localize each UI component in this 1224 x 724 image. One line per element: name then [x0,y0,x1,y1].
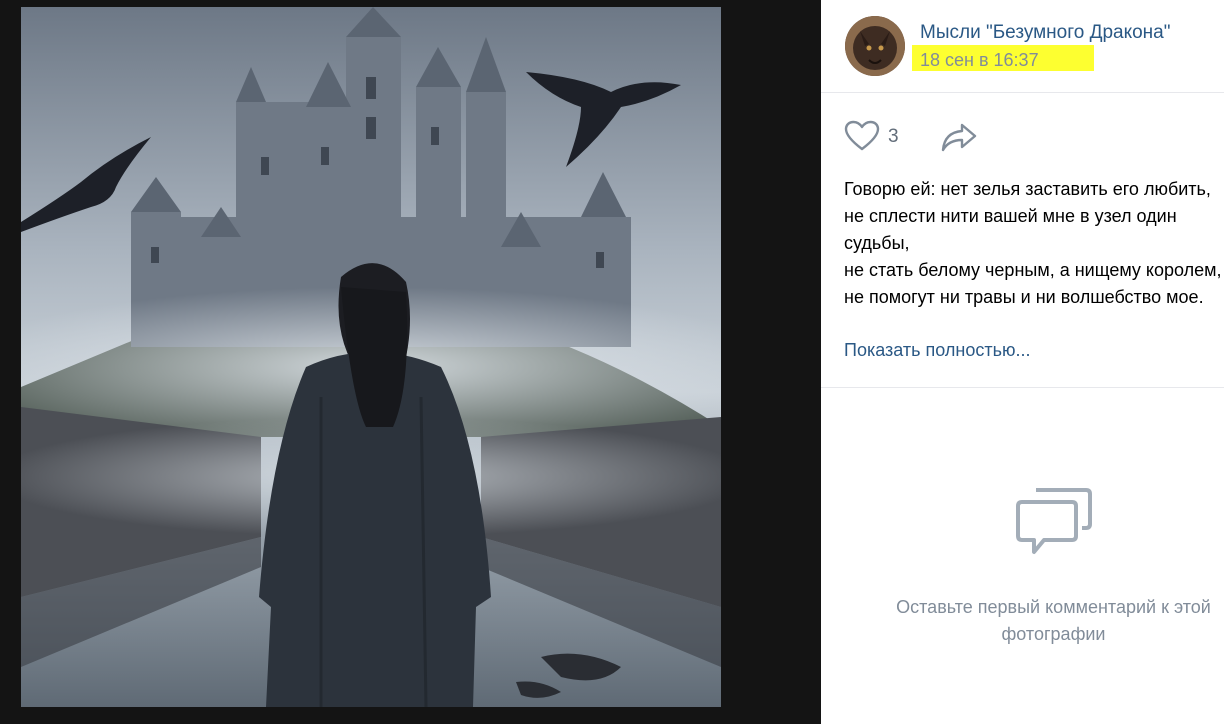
heart-icon [844,120,880,151]
share-button[interactable] [940,121,978,153]
post-text-line: не помогут ни травы и ни волшебство мое. [844,287,1204,307]
post-text-line: судьбы, [844,233,910,253]
share-arrow-icon [941,123,977,152]
show-more-link[interactable]: Показать полностью... [844,340,1030,361]
post-photo[interactable] [21,7,721,707]
post-header: Мысли "Безумного Дракона" 18 сен в 16:37 [821,0,1224,93]
author-name-link[interactable]: Мысли "Безумного Дракона" [920,22,1171,44]
empty-comments-line: Оставьте первый комментарий к этой [896,597,1211,617]
like-count: 3 [888,126,899,147]
empty-comments-line: фотографии [1001,624,1106,644]
author-avatar[interactable] [845,16,905,76]
post-date[interactable]: 18 сен в 16:37 [920,50,1039,71]
post-sidebar: Мысли "Безумного Дракона" 18 сен в 16:37… [821,0,1224,724]
divider [821,387,1224,388]
post-text-line: Говорю ей: нет зелья заставить его любит… [844,179,1211,199]
like-button[interactable]: 3 [844,120,904,152]
photo-illustration [21,7,721,707]
post-text-line: не стать белому черным, а нищему королем… [844,260,1222,280]
empty-comments-message: Оставьте первый комментарий к этой фотог… [821,594,1224,648]
speech-bubbles-icon [1014,486,1094,558]
post-text: Говорю ей: нет зелья заставить его любит… [844,176,1224,311]
dragon-avatar-icon [845,16,905,76]
post-text-line: не сплести нити вашей мне в узел один [844,206,1177,226]
photo-viewer [0,0,821,724]
post-actions: 3 [821,93,1224,173]
post-date-highlight: 18 сен в 16:37 [912,45,1094,71]
